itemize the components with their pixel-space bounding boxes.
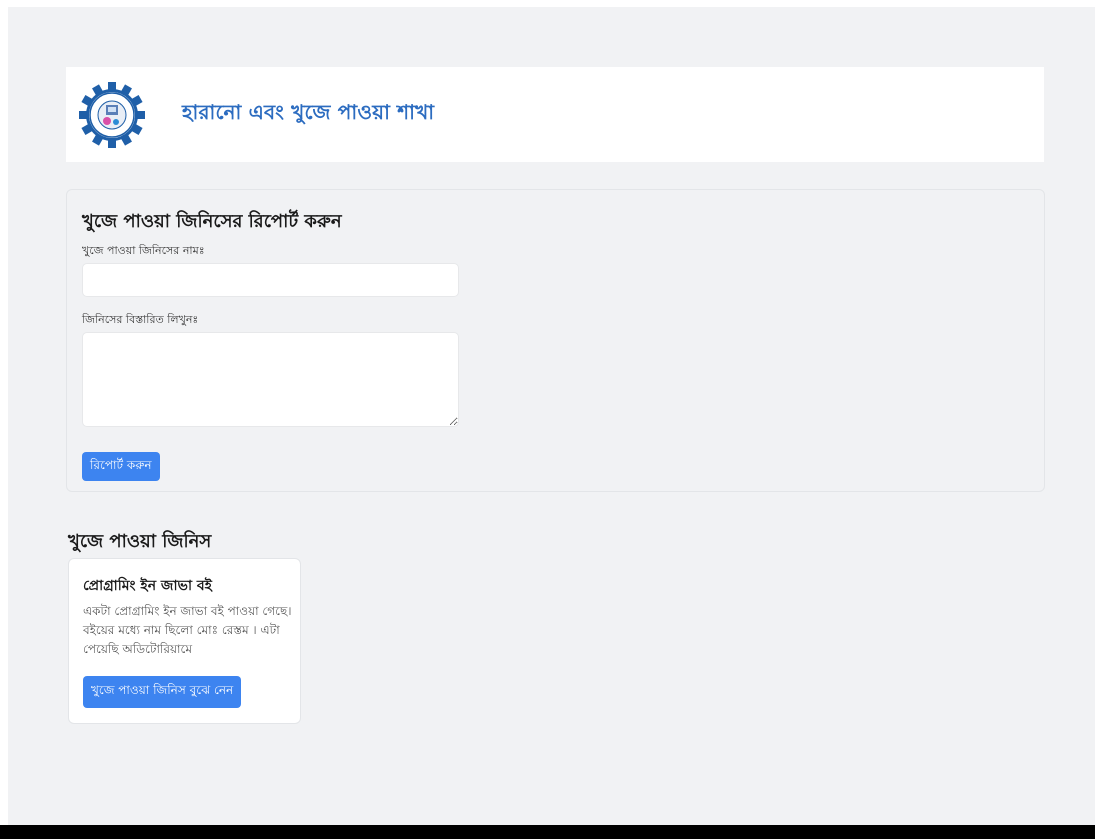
site-header: হারানো এবং খুজে পাওয়া শাখা — [66, 67, 1044, 162]
report-form-title: খুজে পাওয়া জিনিসের রিপোর্ট করুন — [82, 211, 342, 232]
item-name-input[interactable] — [82, 263, 459, 297]
found-item-card: প্রোগ্রামিং ইন জাভা বই একটা প্রোগ্রামিং … — [68, 558, 301, 724]
claim-item-button[interactable]: খুজে পাওয়া জিনিস বুঝে নেন — [83, 676, 242, 708]
bottom-bar — [0, 825, 1095, 839]
found-item-title: প্রোগ্রামিং ইন জাভা বই — [83, 578, 212, 594]
item-name-label: খুজে পাওয়া জিনিসের নামঃ — [82, 244, 205, 257]
item-details-label: জিনিসের বিস্তারিত লিখুনঃ — [82, 313, 199, 326]
institute-gear-seal-icon — [79, 81, 145, 148]
found-item-description: একটা প্রোগ্রামিং ইন জাভা বই পাওয়া গেছে।… — [83, 604, 292, 656]
report-form-card: খুজে পাওয়া জিনিসের রিপোর্ট করুন খুজে পা… — [66, 189, 1045, 492]
found-items-heading: খুজে পাওয়া জিনিস — [68, 531, 212, 552]
page-title: হারানো এবং খুজে পাওয়া শাখা — [182, 100, 435, 124]
item-details-textarea[interactable] — [82, 332, 459, 427]
report-submit-button[interactable]: রিপোর্ট করুন — [82, 452, 160, 481]
